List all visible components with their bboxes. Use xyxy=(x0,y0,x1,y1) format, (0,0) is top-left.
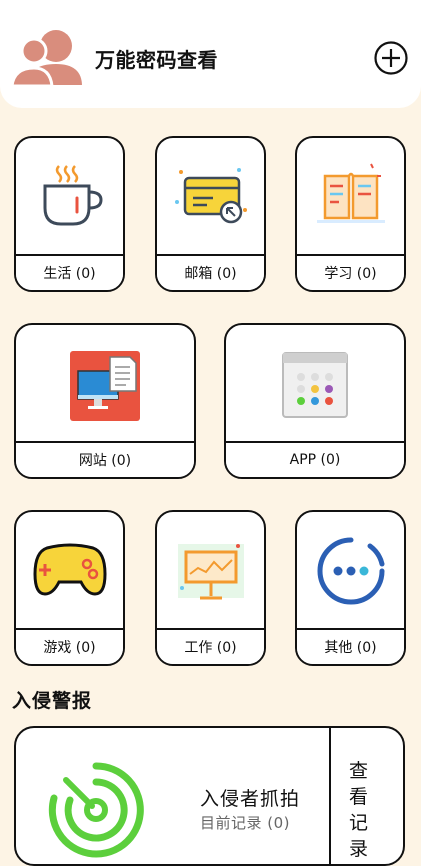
category-card-study[interactable]: 学习 (0) xyxy=(295,136,406,292)
more-dots-icon xyxy=(317,537,384,605)
category-card-life[interactable]: 生活 (0) xyxy=(14,136,125,292)
section-title-intrusion: 入侵警报 xyxy=(12,690,93,712)
view-records-button[interactable]: 查看记录 xyxy=(349,758,379,862)
category-card-other[interactable]: 其他 (0) xyxy=(295,510,406,666)
category-card-app[interactable]: APP (0) xyxy=(224,323,406,479)
plus-circle-icon[interactable] xyxy=(373,40,409,76)
mail-card-icon xyxy=(174,168,247,224)
category-label: 游戏 (0) xyxy=(16,628,123,664)
app-grid-icon xyxy=(282,352,348,418)
category-label: 生活 (0) xyxy=(16,254,123,290)
category-label: 工作 (0) xyxy=(157,628,264,664)
intruder-capture-title[interactable]: 入侵者抓拍 xyxy=(200,784,300,811)
category-label: 网站 (0) xyxy=(16,441,194,477)
category-label: 学习 (0) xyxy=(297,254,404,290)
category-card-games[interactable]: 游戏 (0) xyxy=(14,510,125,666)
user-avatar-icon[interactable] xyxy=(12,26,82,88)
category-label: 邮箱 (0) xyxy=(157,254,264,290)
category-label: APP (0) xyxy=(226,441,404,477)
gamepad-icon xyxy=(32,543,107,596)
top-header: 万能密码查看 xyxy=(0,0,421,108)
category-card-work[interactable]: 工作 (0) xyxy=(155,510,266,666)
intruder-capture-count: 目前记录 (0) xyxy=(200,814,291,832)
monitor-icon xyxy=(70,351,140,421)
coffee-cup-icon xyxy=(43,165,103,226)
category-card-website[interactable]: 网站 (0) xyxy=(14,323,196,479)
app-title: 万能密码查看 xyxy=(95,48,218,72)
category-card-mailbox[interactable]: 邮箱 (0) xyxy=(155,136,266,292)
radar-icon xyxy=(48,762,144,858)
chart-board-icon xyxy=(177,544,244,600)
category-label: 其他 (0) xyxy=(297,628,404,664)
intrusion-card: 入侵者抓拍 目前记录 (0) 查看记录 xyxy=(14,726,405,866)
open-book-icon xyxy=(316,163,385,223)
divider xyxy=(329,728,331,864)
